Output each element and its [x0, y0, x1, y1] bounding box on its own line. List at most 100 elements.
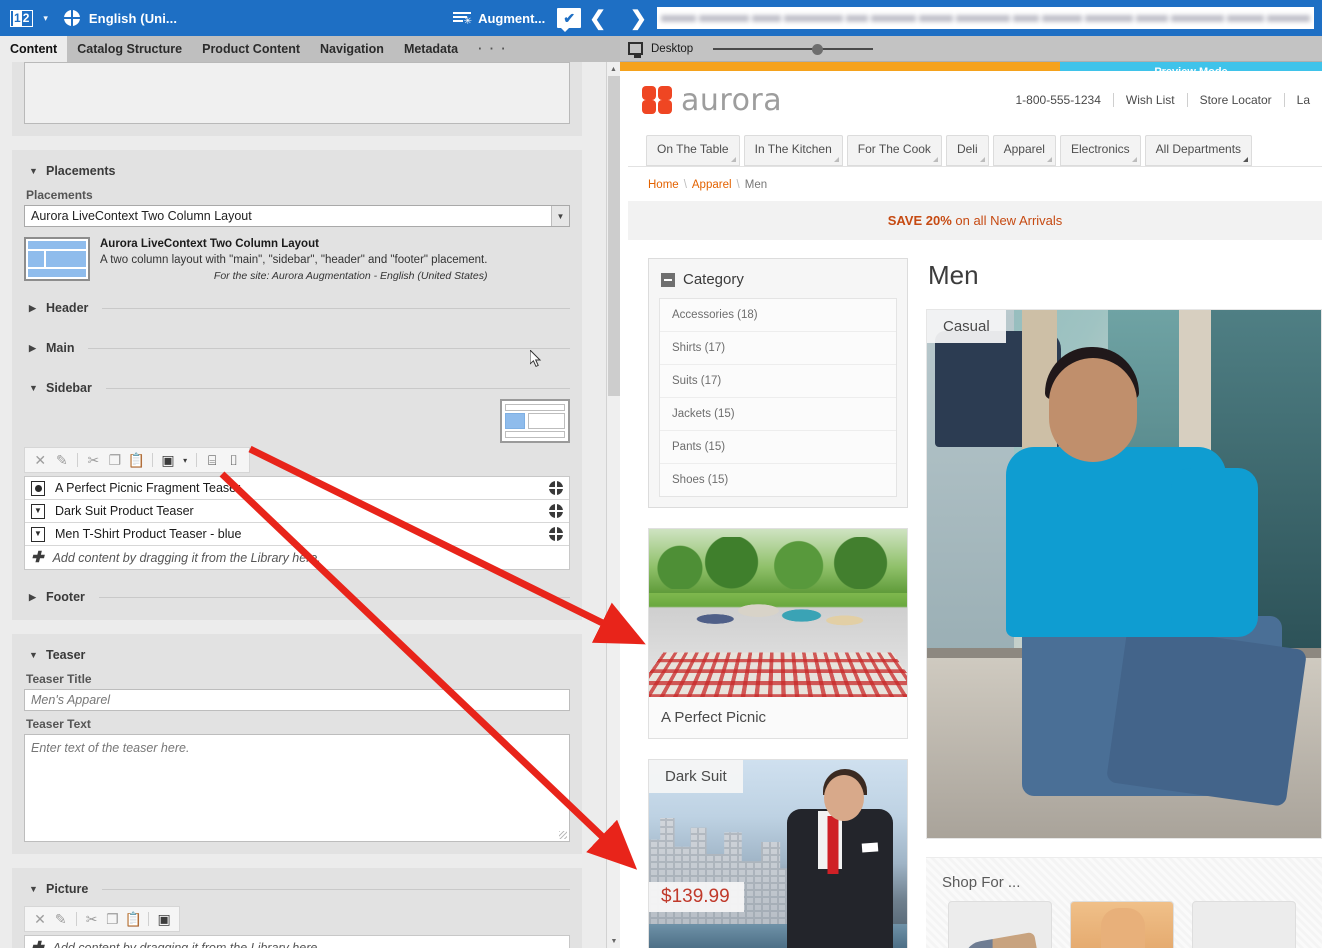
sidebar-drop-zone[interactable]: ✚ Add content by dragging it from the Li… — [25, 546, 569, 569]
show-relations-icon[interactable]: ⌸ — [203, 451, 222, 470]
picnic-teaser-card[interactable]: A Perfect Picnic — [648, 528, 908, 739]
section-header-header[interactable]: ▶ Header — [24, 297, 570, 319]
tabs-overflow-icon[interactable]: · · · — [468, 36, 517, 62]
table-row[interactable]: A Perfect Picnic Fragment Teaser — [25, 477, 569, 501]
teaser-title-input[interactable]: Men's Apparel — [24, 689, 570, 712]
category-facet-title: Category — [683, 271, 744, 288]
nav-item-on-the-table[interactable]: On The Table — [646, 135, 740, 166]
resize-grip-icon[interactable] — [559, 831, 567, 840]
category-facet-header[interactable]: Category — [659, 269, 897, 298]
new-content-icon[interactable]: ▣ — [159, 451, 178, 470]
copy-icon[interactable]: ❐ — [104, 910, 122, 929]
hero-badge: Casual — [927, 310, 1006, 343]
tab-product-content[interactable]: Product Content — [192, 36, 310, 62]
section-header-picture[interactable]: ▼ Picture — [24, 878, 570, 900]
edit-pencil-icon[interactable]: ✎ — [53, 451, 72, 470]
nav-item-for-the-cook[interactable]: For The Cook — [846, 135, 942, 166]
picture-drop-zone[interactable]: ✚ Add content by dragging it from the Li… — [25, 936, 569, 948]
studio-scrollbar[interactable]: ▲ ▼ — [606, 62, 620, 948]
top-field-box[interactable] — [24, 62, 570, 124]
scroll-down-icon[interactable]: ▼ — [607, 934, 621, 948]
fragment-teaser-icon — [31, 480, 45, 496]
approval-check-badge[interactable]: ✔ — [557, 8, 582, 32]
remove-icon[interactable]: ✕ — [31, 451, 50, 470]
list-item[interactable]: Suits (17) — [660, 365, 896, 398]
list-item[interactable]: Shirts (17) — [660, 332, 896, 365]
placements-select[interactable]: Aurora LiveContext Two Column Layout ▼ — [24, 205, 570, 227]
triangle-right-icon: ▶ — [29, 591, 36, 602]
list-item[interactable]: Jackets (15) — [660, 398, 896, 431]
cut-icon[interactable]: ✂ — [83, 910, 101, 929]
cut-icon[interactable]: ✂ — [84, 451, 103, 470]
breadcrumb-home[interactable]: Home — [648, 179, 679, 191]
picture-toolbar: ✕ ✎ ✂ ❐ 📋 ▣ — [24, 906, 180, 933]
list-item-label: Men T-Shirt Product Teaser - blue — [55, 527, 242, 542]
paste-icon[interactable]: 📋 — [124, 910, 142, 929]
store-locator-link[interactable]: Store Locator — [1188, 93, 1284, 107]
site-columns: Category Accessories (18) Shirts (17) Su… — [628, 240, 1322, 948]
studio-titlebar: 12 ▾ English (Uni... ✳ Augment... ✔ ❮ — [0, 0, 620, 36]
remove-icon[interactable]: ✕ — [31, 910, 49, 929]
section-label-teaser: Teaser — [46, 648, 86, 663]
nav-item-deli[interactable]: Deli — [945, 135, 989, 166]
tab-content[interactable]: Content — [0, 36, 68, 62]
section-header-placements[interactable]: ▼ Placements — [24, 160, 570, 182]
picnic-teaser-image — [649, 529, 907, 697]
nav-item-all-departments[interactable]: All Departments — [1144, 135, 1253, 166]
paste-icon[interactable]: 📋 — [127, 451, 146, 470]
table-row[interactable]: ▼ Men T-Shirt Product Teaser - blue — [25, 523, 569, 547]
viewport-width-slider[interactable] — [713, 42, 874, 56]
scroll-up-icon[interactable]: ▲ — [607, 62, 620, 76]
header-links: 1-800-555-1234 Wish List Store Locator L… — [1004, 93, 1322, 107]
aurora-logo[interactable]: aurora — [642, 83, 782, 118]
nav-item-apparel[interactable]: Apparel — [992, 135, 1056, 166]
list-item[interactable]: Pants (15) — [660, 431, 896, 464]
new-content-icon[interactable]: ▣ — [155, 910, 173, 929]
lock-icon[interactable]: ⌷ — [224, 451, 243, 470]
section-header-footer[interactable]: ▶ Footer — [24, 586, 570, 608]
copy-icon[interactable]: ❐ — [106, 451, 125, 470]
wish-list-link[interactable]: Wish List — [1114, 93, 1187, 107]
dropdown-caret-icon[interactable]: ▾ — [180, 451, 190, 470]
drop-hint-label: Add content by dragging it from the Libr… — [52, 550, 321, 565]
section-header-teaser[interactable]: ▼ Teaser — [24, 644, 570, 666]
tab-catalog-structure[interactable]: Catalog Structure — [67, 36, 192, 62]
breadcrumb-separator: \ — [683, 179, 687, 191]
nav-item-electronics[interactable]: Electronics — [1059, 135, 1141, 166]
list-item[interactable]: Accessories (18) — [660, 299, 896, 332]
chevron-down-icon[interactable]: ▾ — [43, 13, 48, 24]
divider — [102, 888, 570, 890]
tab-navigation[interactable]: Navigation — [310, 36, 394, 62]
edit-pencil-icon[interactable]: ✎ — [52, 910, 70, 929]
version-badge[interactable]: 12 — [10, 9, 34, 27]
list-item[interactable]: Shoes (15) — [660, 464, 896, 496]
shop-for-tile[interactable] — [1192, 901, 1296, 948]
slider-knob[interactable] — [812, 43, 824, 55]
breadcrumb: Home \ Apparel \ Men — [628, 167, 1322, 201]
expand-right-icon[interactable]: ❯ — [626, 6, 657, 31]
suit-teaser-card[interactable]: Dark Suit $139.99 Grey Suit $159.99 — [648, 759, 908, 948]
shop-for-tile[interactable] — [1070, 901, 1174, 948]
account-link[interactable]: La — [1285, 93, 1322, 107]
url-input[interactable] — [656, 7, 1314, 29]
scrollbar-thumb[interactable] — [608, 76, 620, 396]
language-label[interactable]: English (Uni... — [89, 11, 177, 26]
collapse-minus-icon[interactable] — [661, 272, 675, 287]
divider — [102, 307, 570, 309]
collapse-left-icon[interactable]: ❮ — [581, 6, 614, 31]
category-list: Accessories (18) Shirts (17) Suits (17) … — [659, 298, 897, 497]
nav-item-in-the-kitchen[interactable]: In The Kitchen — [743, 135, 843, 166]
hero-banner[interactable]: Casual — [926, 309, 1322, 839]
section-header-sidebar[interactable]: ▼ Sidebar — [24, 377, 570, 399]
teaser-text-input[interactable]: Enter text of the teaser here. — [24, 734, 570, 843]
tab-metadata[interactable]: Metadata — [394, 36, 468, 62]
divider — [195, 453, 197, 468]
section-header-main[interactable]: ▶ Main — [24, 337, 570, 359]
table-row[interactable]: ▼ Dark Suit Product Teaser — [25, 500, 569, 524]
chevron-down-icon[interactable]: ▼ — [551, 206, 569, 226]
sidebar-content-list: A Perfect Picnic Fragment Teaser ▼ Dark … — [24, 476, 570, 571]
breadcrumb-apparel[interactable]: Apparel — [692, 179, 732, 191]
shop-for-tile[interactable] — [948, 901, 1052, 948]
url-masked-text — [660, 9, 1310, 27]
augmentation-label[interactable]: Augment... — [478, 11, 545, 26]
